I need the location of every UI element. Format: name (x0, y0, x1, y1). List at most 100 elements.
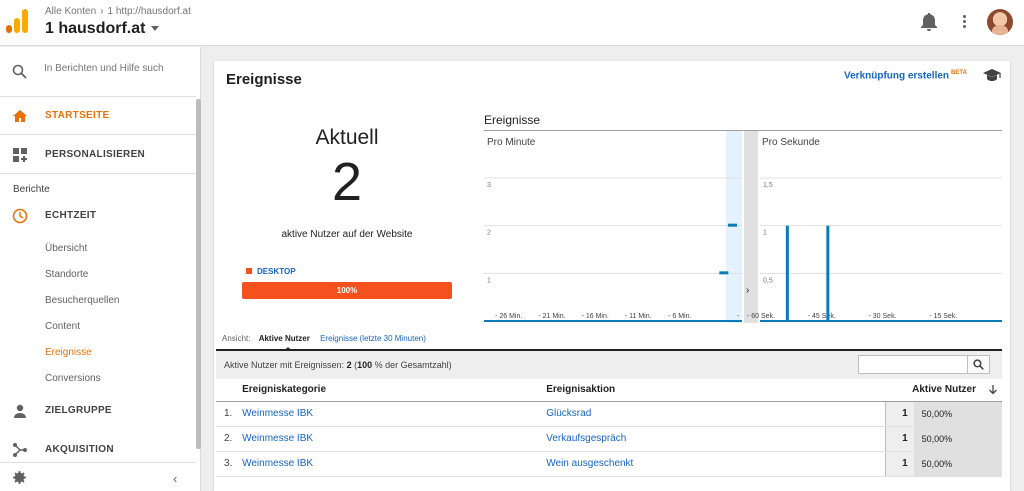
table-search-input[interactable] (859, 356, 967, 373)
sidebar-subitem-conversions[interactable]: Conversions (45, 373, 101, 384)
caret-down-icon (151, 26, 160, 32)
analytics-logo-icon[interactable] (6, 9, 28, 33)
bar (719, 271, 729, 275)
current-minute-zone (726, 131, 742, 323)
sort-down-icon (989, 385, 997, 395)
panel-label-per-minute: Pro Minute (487, 137, 536, 148)
sidebar-item-echtzeit[interactable]: ECHTZEIT (0, 197, 196, 235)
view-label: Ansicht: (222, 334, 251, 343)
sidebar-item-label: AKQUISITION (45, 444, 114, 455)
x-tick-label: - 11 Min. (625, 313, 652, 320)
acquisition-icon (13, 443, 27, 457)
events-table: Ereigniskategorie Ereignisaktion Aktive … (216, 379, 1002, 477)
x-tick-label: - 15 Sek. (929, 313, 957, 320)
row-category[interactable]: Weinmesse IBK (242, 426, 547, 452)
search-input[interactable] (44, 63, 174, 74)
view-events-30min[interactable]: Ereignisse (letzte 30 Minuten) (320, 334, 426, 343)
device-legend: DESKTOP (246, 267, 296, 276)
panel-label-per-second: Pro Sekunde (762, 137, 820, 148)
bell-icon[interactable] (920, 12, 938, 32)
section-label: Berichte (13, 184, 50, 195)
row-index: 3. (216, 451, 243, 477)
row-action[interactable]: Wein ausgeschenkt (546, 451, 886, 477)
y-tick-label: 2 (487, 230, 491, 237)
row-percent: 50,00% (913, 426, 1002, 452)
account-selector[interactable]: 1 hausdorf.at (45, 20, 160, 38)
breadcrumb-item[interactable]: Alle Konten (45, 6, 96, 17)
sidebar-item-label: ECHTZEIT (45, 210, 97, 221)
bar (728, 223, 737, 227)
table-summary: Aktive Nutzer mit Ereignissen: 2 (100 % … (216, 351, 1002, 379)
sidebar-scrollbar[interactable] (196, 99, 201, 449)
y-tick-label: 1 (763, 230, 767, 237)
summary-prefix: Aktive Nutzer mit Ereignissen: (224, 360, 345, 370)
legend-swatch (246, 268, 252, 274)
sidebar-subitem-uebersicht[interactable]: Übersicht (45, 243, 87, 254)
x-tick-label: - 30 Sek. (869, 313, 897, 320)
sidebar-item-startseite[interactable]: STARTSEITE (0, 97, 196, 135)
collapse-sidebar-icon[interactable]: ‹ (173, 471, 177, 486)
sidebar-subitem-besucherquellen[interactable]: Besucherquellen (45, 295, 120, 306)
row-percent: 50,00% (913, 451, 1002, 477)
x-tick-label: - 16 Min. (582, 313, 609, 320)
summary-pct: 100 (357, 360, 373, 370)
row-value: 1 (885, 426, 914, 452)
sidebar-search (0, 47, 196, 97)
row-percent: 50,00% (913, 401, 1002, 427)
row-category[interactable]: Weinmesse IBK (242, 451, 547, 477)
sidebar-item-label: ZIELGRUPPE (45, 405, 112, 416)
sidebar: STARTSEITE PERSONALISIEREN Berichte ECHT… (0, 47, 201, 491)
sidebar-subitem-content[interactable]: Content (45, 321, 80, 332)
sidebar-item-zielgruppe[interactable]: ZIELGRUPPE (0, 392, 196, 430)
view-active-users[interactable]: Aktive Nutzer (259, 334, 310, 343)
chevron-right-icon: › (100, 6, 104, 17)
top-bar: Alle Konten › 1 http://hausdorf.at 1 hausd… (0, 0, 1024, 46)
sidebar-subitem-standorte[interactable]: Standorte (45, 269, 88, 280)
table-search-button[interactable] (967, 356, 989, 373)
clock-icon (12, 208, 28, 224)
search-icon (973, 359, 984, 370)
header-index (216, 379, 243, 402)
x-tick-label: - 45 Sek. (808, 313, 836, 320)
y-tick-label: 3 (487, 182, 491, 189)
row-category[interactable]: Weinmesse IBK (242, 401, 547, 427)
account-name: 1 hausdorf.at (45, 20, 146, 37)
header-active-users-label: Aktive Nutzer (912, 384, 976, 396)
row-value: 1 (885, 401, 914, 427)
x-tick-label: - 21 Min. (538, 313, 565, 320)
avatar[interactable] (987, 9, 1013, 35)
sidebar-item-label: PERSONALISIEREN (45, 149, 146, 160)
sidebar-item-personalisieren[interactable]: PERSONALISIEREN (0, 136, 196, 174)
row-action[interactable]: Glücksrad (546, 401, 886, 427)
row-action[interactable]: Verkaufsgespräch (546, 426, 886, 452)
graduation-cap-icon[interactable] (982, 68, 1002, 82)
home-icon (13, 110, 27, 122)
table-row: 1. Weinmesse IBK Glücksrad 1 50,00% (216, 401, 1002, 427)
breadcrumb-item[interactable]: 1 http://hausdorf.at (108, 6, 191, 17)
create-shortcut-link[interactable]: Verknüpfung erstellen BETA (844, 70, 967, 81)
x-tick-label: - 26 Min. (495, 313, 522, 320)
x-tick-label: - 6 Min. (668, 313, 691, 320)
summary-count: 2 (346, 360, 352, 370)
events-chart: Pro Minute Pro Sekunde › 3 2 1 - 26 Min. - 21… (484, 131, 1002, 323)
row-index: 2. (216, 426, 243, 452)
sidebar-footer: ‹ (0, 462, 196, 491)
table-header-row: Ereigniskategorie Ereignisaktion Aktive … (216, 379, 1002, 402)
device-label: DESKTOP (257, 267, 296, 276)
header-category[interactable]: Ereigniskategorie (242, 379, 547, 402)
chart-title: Ereignisse (484, 113, 541, 127)
header-action[interactable]: Ereignisaktion (546, 379, 886, 402)
summary-text: Aktive Nutzer mit Ereignissen: 2 (100 % … (224, 360, 452, 370)
page-title: Ereignisse (226, 71, 302, 88)
header-active-users[interactable]: Aktive Nutzer (885, 379, 1002, 402)
device-bar[interactable]: 100% (242, 282, 452, 299)
more-vert-icon[interactable] (958, 13, 970, 33)
person-icon (14, 404, 26, 418)
table-row: 3. Weinmesse IBK Wein ausgeschenkt 1 50,… (216, 451, 1002, 477)
y-tick-label: 0,5 (763, 277, 773, 284)
gear-icon[interactable] (11, 469, 28, 486)
x-tick-label: - 60 Sek. (747, 313, 775, 320)
sidebar-subitem-ereignisse[interactable]: Ereignisse (45, 347, 92, 358)
aktuell-label: Aktuell (315, 126, 379, 149)
events-card: Ereignisse Verknüpfung erstellen BETA Akt… (214, 61, 1010, 491)
